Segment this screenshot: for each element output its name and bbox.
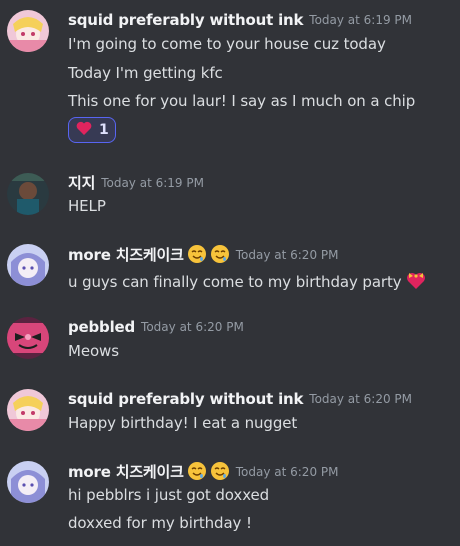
heart-icon — [76, 121, 92, 140]
timestamp[interactable]: Today at 6:20 PM — [309, 392, 412, 406]
drooling-face-icon — [210, 244, 230, 268]
user-avatar[interactable] — [7, 173, 49, 215]
heart-with-ribbon-icon — [405, 269, 427, 295]
timestamp[interactable]: Today at 6:20 PM — [236, 248, 339, 262]
user-avatar[interactable] — [7, 317, 49, 359]
user-avatar[interactable] — [7, 244, 49, 286]
message-text: u guys can finally come to my birthday p… — [68, 269, 427, 295]
message-text: I'm going to come to your house cuz toda… — [68, 35, 386, 53]
message-text: This one for you laur! I say as I much o… — [68, 92, 416, 110]
timestamp[interactable]: Today at 6:19 PM — [101, 176, 204, 190]
timestamp[interactable]: Today at 6:20 PM — [236, 465, 339, 479]
user-avatar[interactable] — [7, 389, 49, 431]
message-text-content: u guys can finally come to my birthday p… — [68, 273, 402, 291]
message-text: HELP — [68, 197, 106, 215]
username[interactable]: squid preferably without ink — [68, 11, 303, 29]
drooling-face-icon — [187, 461, 207, 485]
username[interactable]: pebbled — [68, 318, 135, 336]
message-text: doxxed for my birthday ! — [68, 514, 252, 532]
username[interactable]: 지지 — [68, 174, 95, 192]
username[interactable]: more 치즈케이크 — [68, 463, 184, 481]
drooling-face-icon — [210, 461, 230, 485]
reaction-button[interactable]: 1 — [68, 117, 116, 143]
timestamp[interactable]: Today at 6:20 PM — [141, 320, 244, 334]
message-text: Happy birthday! I eat a nugget — [68, 414, 298, 432]
user-avatar[interactable] — [7, 461, 49, 503]
drooling-face-icon — [187, 244, 207, 268]
reaction-count: 1 — [99, 122, 109, 138]
username[interactable]: more 치즈케이크 — [68, 246, 184, 264]
user-avatar[interactable] — [7, 10, 49, 52]
message-text: hi pebblrs i just got doxxed — [68, 486, 270, 504]
timestamp[interactable]: Today at 6:19 PM — [309, 13, 412, 27]
message-text: Today I'm getting kfc — [68, 64, 223, 82]
message-text: Meows — [68, 342, 119, 360]
username[interactable]: squid preferably without ink — [68, 390, 303, 408]
